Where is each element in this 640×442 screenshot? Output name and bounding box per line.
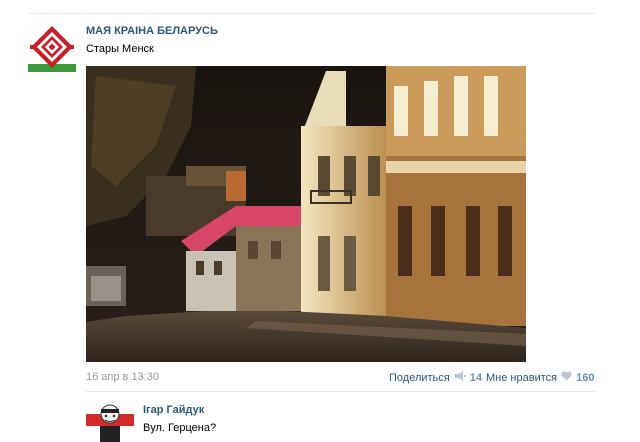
share-button[interactable]: Поделиться 14 — [389, 371, 482, 384]
comments-divider — [86, 391, 596, 392]
share-label: Поделиться — [389, 371, 450, 384]
like-label: Мне нравится — [486, 371, 558, 384]
post-text: Стары Менск — [86, 43, 154, 55]
heart-icon — [561, 371, 572, 384]
megaphone-icon — [454, 371, 466, 384]
group-avatar[interactable] — [28, 24, 76, 72]
share-count: 14 — [469, 371, 482, 384]
flag-avatar-icon — [86, 400, 134, 442]
comment-text: Вул. Герцена? — [143, 422, 217, 434]
comment-author-link[interactable]: Ігар Гайдук — [143, 404, 204, 416]
ornament-emblem-icon — [28, 24, 76, 72]
like-count: 160 — [576, 371, 595, 384]
post-photo[interactable] — [86, 66, 526, 362]
night-street-photo — [86, 66, 526, 362]
top-divider — [28, 13, 596, 14]
comment-avatar[interactable] — [86, 400, 134, 442]
post-date[interactable]: 16 апр в 13:30 — [86, 371, 159, 383]
group-name-link[interactable]: МАЯ КРАІНА БЕЛАРУСЬ — [86, 25, 218, 37]
like-button[interactable]: Мне нравится 160 — [486, 371, 594, 384]
